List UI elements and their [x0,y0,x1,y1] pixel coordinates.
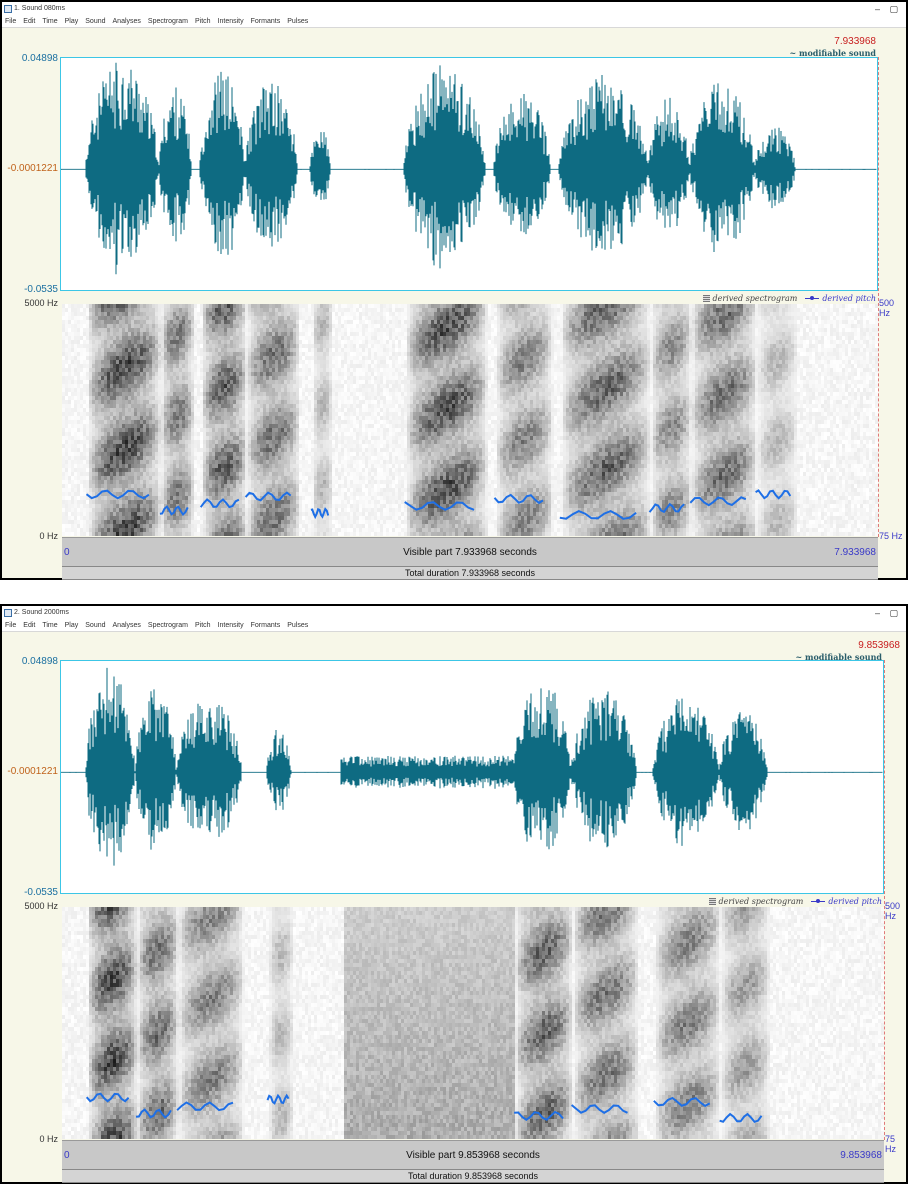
menu-sound[interactable]: Sound [85,16,105,27]
total-duration-label: Total duration 7.933968 seconds [405,568,535,578]
legend-pitch-label: derived pitch [822,294,876,303]
minimize-icon[interactable]: – [875,2,880,16]
app-icon [4,5,12,13]
amplitude-max-label: 0.04898 [2,53,58,64]
waveform-panel[interactable] [60,660,884,894]
amplitude-mid-label: -0.0001221 [2,766,58,777]
spectrogram-legend-icon [702,295,710,302]
total-duration-label: Total duration 9.853968 seconds [408,1171,538,1181]
menu-sound[interactable]: Sound [85,620,105,631]
waveform-trace [61,667,883,866]
menu-file[interactable]: File [5,16,16,27]
pitch-legend-icon [805,296,820,300]
maximize-icon[interactable]: ▢ [889,2,898,16]
maximize-icon[interactable]: ▢ [889,606,898,620]
minimize-icon[interactable]: – [875,606,880,620]
freq-max-label: 5000 Hz [2,298,58,308]
sound-window-2: 2. Sound 2000ms – ▢ File Edit Time Play … [0,604,908,1184]
visible-part-label: Visible part 9.853968 seconds [62,1150,884,1161]
menu-spectrogram[interactable]: Spectrogram [148,16,188,27]
legend-pitch-label: derived pitch [828,897,882,906]
total-duration-bar[interactable]: Total duration 9.853968 seconds [62,1170,884,1183]
spectrogram-legend: derived spectrogram derived pitch [708,897,882,906]
amplitude-max-label: 0.04898 [2,656,58,667]
app-icon [4,609,12,617]
freq-max-label: 5000 Hz [2,901,58,911]
window-title: 2. Sound 2000ms [14,609,69,616]
waveform [61,667,883,866]
selection-end-line [878,57,879,537]
amplitude-min-label: -0.0535 [2,284,58,295]
waveform [61,62,877,275]
menu-intensity[interactable]: Intensity [218,620,244,631]
title-bar: 2. Sound 2000ms – ▢ [2,606,906,620]
visible-part-bar[interactable]: 0 Visible part 7.933968 seconds 7.933968 [62,537,878,567]
menu-formants[interactable]: Formants [251,620,281,631]
spectrogram-panel[interactable] [62,907,884,1139]
freq-min-label: 0 Hz [2,1134,58,1144]
spectrogram-legend-icon [708,898,716,905]
time-end-label: 9.853968 [840,1150,882,1161]
spectrogram [62,304,878,536]
spectrogram-cells [62,304,878,536]
menu-edit[interactable]: Edit [23,16,35,27]
menu-bar: File Edit Time Play Sound Analyses Spect… [2,620,906,632]
menu-pitch[interactable]: Pitch [195,16,211,27]
menu-play[interactable]: Play [65,620,79,631]
freq-min-label: 0 Hz [2,531,58,541]
menu-bar: File Edit Time Play Sound Analyses Spect… [2,16,906,28]
menu-pitch[interactable]: Pitch [195,620,211,631]
legend-spectrogram-label: derived spectrogram [719,897,804,906]
selection-end-time: 9.853968 [780,640,900,651]
total-duration-bar[interactable]: Total duration 7.933968 seconds [62,567,878,580]
menu-spectrogram[interactable]: Spectrogram [148,620,188,631]
amplitude-min-label: -0.0535 [2,887,58,898]
menu-edit[interactable]: Edit [23,620,35,631]
amplitude-mid-label: -0.0001221 [2,163,58,174]
menu-file[interactable]: File [5,620,16,631]
time-end-label: 7.933968 [834,547,876,558]
sound-window-1: 1. Sound 080ms – ▢ File Edit Time Play S… [0,0,908,580]
legend-spectrogram-label: derived spectrogram [713,294,798,303]
spectrogram-panel[interactable] [62,304,878,536]
pitch-max-label: 500 Hz [885,901,906,921]
menu-time[interactable]: Time [42,620,57,631]
menu-pulses[interactable]: Pulses [287,16,308,27]
menu-formants[interactable]: Formants [251,16,281,27]
pitch-min-label: 75 Hz [879,531,903,541]
visible-part-bar[interactable]: 0 Visible part 9.853968 seconds 9.853968 [62,1140,884,1170]
menu-time[interactable]: Time [42,16,57,27]
pitch-max-label: 500 Hz [879,298,906,318]
visible-part-label: Visible part 7.933968 seconds [62,547,878,558]
title-bar: 1. Sound 080ms – ▢ [2,2,906,16]
menu-analyses[interactable]: Analyses [113,620,141,631]
spectrogram-legend: derived spectrogram derived pitch [702,294,876,303]
selection-end-line [884,660,885,1140]
spectrogram [62,907,884,1139]
pitch-legend-icon [811,899,826,903]
selection-end-time: 7.933968 [756,36,876,47]
waveform-trace [61,62,877,275]
menu-play[interactable]: Play [65,16,79,27]
menu-pulses[interactable]: Pulses [287,620,308,631]
waveform-panel[interactable] [60,57,878,291]
pitch-min-label: 75 Hz [885,1134,906,1154]
menu-analyses[interactable]: Analyses [113,16,141,27]
window-title: 1. Sound 080ms [14,5,65,12]
menu-intensity[interactable]: Intensity [218,16,244,27]
